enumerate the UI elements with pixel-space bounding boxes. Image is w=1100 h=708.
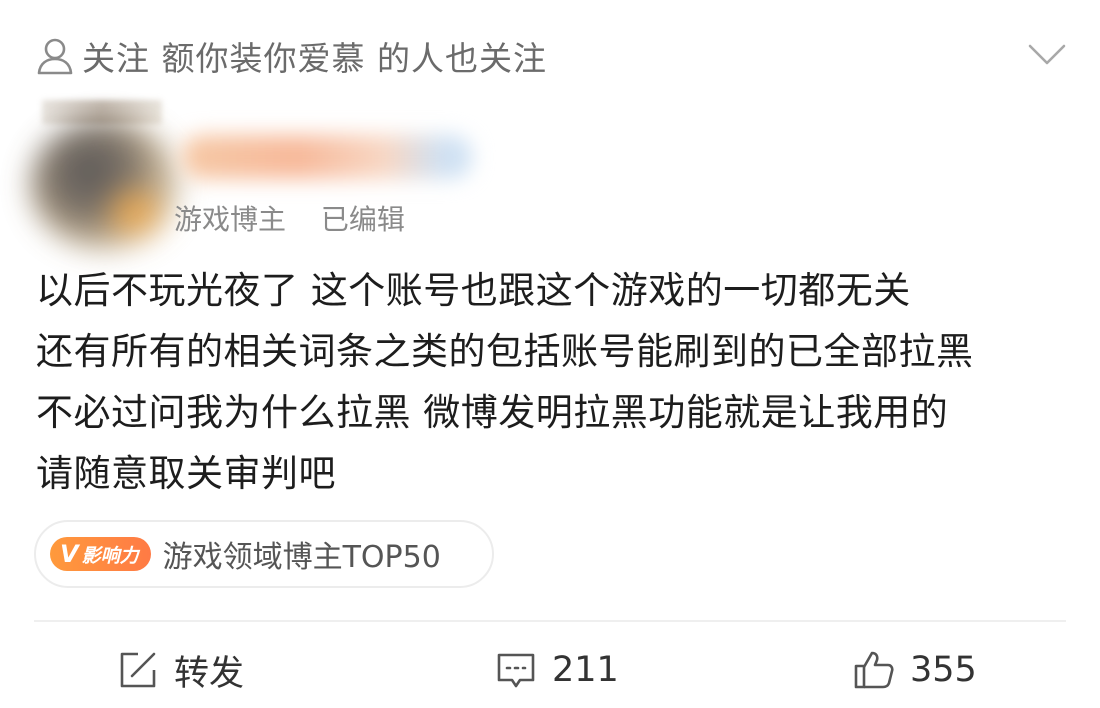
comment-button[interactable]: 211 xyxy=(494,640,619,700)
author-meta: 游戏博主 已编辑 xyxy=(174,198,405,238)
action-bar: 转发 211 355 xyxy=(0,630,1100,708)
post-line: 请随意取关审判吧 xyxy=(36,452,336,495)
user-icon xyxy=(37,38,73,75)
comment-count: 211 xyxy=(552,650,619,690)
author-header[interactable]: 游戏博主 已编辑 xyxy=(22,100,492,250)
divider xyxy=(34,620,1066,622)
repost-button[interactable]: 转发 xyxy=(116,640,244,700)
influence-tag-text: 游戏领域博主TOP50 xyxy=(162,540,441,575)
post-line: 不必过问我为什么拉黑 微博发明拉黑功能就是让我用的 xyxy=(36,391,949,434)
like-count: 355 xyxy=(910,650,977,690)
comment-icon xyxy=(497,653,535,688)
thumbs-up-icon xyxy=(854,651,894,689)
chevron-down-icon[interactable] xyxy=(1024,32,1070,78)
weibo-post-card: 关注 额你装你爱慕 的人也关注 游戏博主 已编辑 以后不玩光夜了 这个账号也跟这… xyxy=(0,0,1100,708)
author-nickname-blurred[interactable] xyxy=(182,135,472,179)
author-role: 游戏博主 xyxy=(174,203,287,236)
repost-label: 转发 xyxy=(174,653,245,694)
followed-by-bar[interactable]: 关注 额你装你爱慕 的人也关注 xyxy=(36,30,1070,82)
post-text: 以后不玩光夜了 这个账号也跟这个游戏的一切都无关 还有所有的相关词条之类的包括账… xyxy=(36,260,1076,504)
followed-by-text: 关注 额你装你爱慕 的人也关注 xyxy=(82,39,547,78)
avatar-badge xyxy=(110,190,160,235)
influence-badge: V 影响力 xyxy=(50,537,151,571)
v-icon: V xyxy=(60,540,79,568)
influence-tag[interactable]: V 影响力 游戏领域博主TOP50 xyxy=(34,520,494,588)
post-line: 以后不玩光夜了 这个账号也跟这个游戏的一切都无关 xyxy=(36,269,911,312)
edited-label: 已编辑 xyxy=(320,203,405,236)
avatar[interactable] xyxy=(30,120,180,250)
influence-badge-label: 影响力 xyxy=(81,544,139,567)
like-button[interactable]: 355 xyxy=(852,640,977,700)
edit-share-icon xyxy=(120,652,156,688)
post-line: 还有所有的相关词条之类的包括账号能刷到的已全部拉黑 xyxy=(36,330,974,373)
